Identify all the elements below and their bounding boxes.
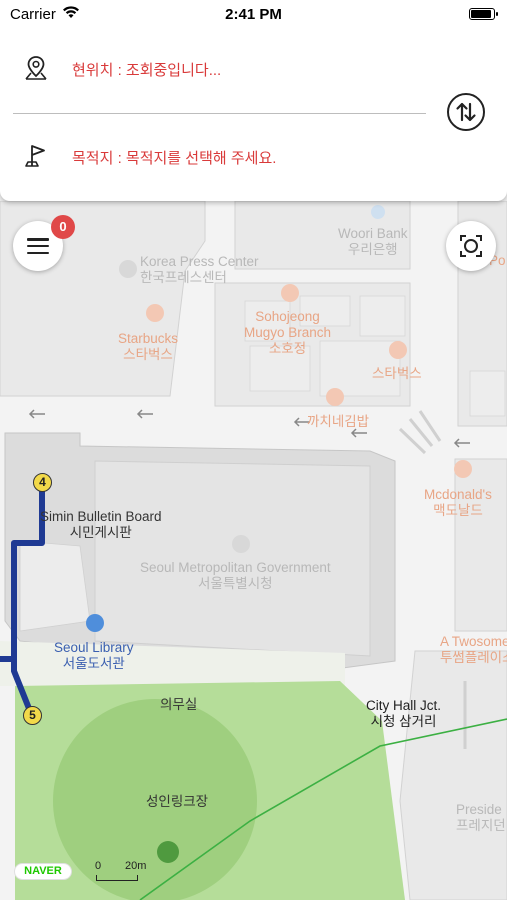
app-screen: Carrier 2:41 PM 현위치 : 조회중입니다... 목적지: 목적… xyxy=(0,0,507,900)
map-label-seoul-library[interactable]: Seoul Library 서울도서관 xyxy=(54,640,134,672)
map-label-text: Seoul Library xyxy=(54,640,134,655)
clock: 2:41 PM xyxy=(225,6,282,23)
scale-zero-label: 0 xyxy=(95,860,102,872)
map-label-text: 서울도서관 xyxy=(62,656,125,671)
locate-target-icon xyxy=(460,235,482,257)
naver-logo: NAVER xyxy=(14,863,72,880)
map-label-korea-press-center[interactable]: Korea Press Center 한국프레스센터 xyxy=(140,254,259,286)
map-label-text: 성인링크장 xyxy=(146,794,209,809)
flag-icon xyxy=(25,145,45,167)
map-label-text: City Hall Jct. xyxy=(366,698,442,713)
map-label-text: 우리은행 xyxy=(347,242,398,257)
notification-badge: 0 xyxy=(51,215,75,239)
battery-icon xyxy=(469,8,498,20)
map-label-text: Mugyo Branch xyxy=(244,325,332,340)
panel-divider xyxy=(13,113,426,114)
map-label-text: Starbucks xyxy=(118,331,179,346)
exit-marker-5[interactable]: 5 xyxy=(23,706,42,725)
exit-number: 5 xyxy=(29,708,36,722)
map-label-text: Sohojeong xyxy=(255,309,320,324)
map-label-twosome[interactable]: A Twosome Place 투썸플레이스 xyxy=(440,634,507,666)
current-location-text: 현위치 : 조회중입니다... xyxy=(72,62,222,79)
map-label-text: 까치네김밥 xyxy=(307,414,370,429)
map-label-text: 맥도날드 xyxy=(433,503,483,518)
map-scale-bar: 0 20m xyxy=(95,860,155,882)
map-label-simin-bulletin-board[interactable]: Simin Bulletin Board 시민게시판 xyxy=(40,509,162,541)
map-label-text: Simin Bulletin Board xyxy=(40,509,162,524)
map-label-text: 서울특별시청 xyxy=(198,576,273,591)
map-label-medical-room[interactable]: 의무실 xyxy=(160,697,197,713)
map-label-kimbap[interactable]: 까치네김밥 xyxy=(307,414,369,430)
scale-label: 20m xyxy=(125,860,147,872)
map-label-text: 의무실 xyxy=(160,697,198,712)
route-panel: 현위치 : 조회중입니다... 목적지 : 목적지를 선택해 주세요. xyxy=(0,28,507,201)
map-view[interactable]: Woori Bank 우리은행 Korea Press Center 한국프레스… xyxy=(0,201,507,900)
map-label-city-hall-junction[interactable]: City Hall Jct. 시청 삼거리 xyxy=(366,698,441,730)
swap-route-button[interactable] xyxy=(447,93,485,131)
map-label-sohojeong[interactable]: Sohojeong Mugyo Branch 소호정 xyxy=(244,309,331,357)
map-label-seoul-city-hall[interactable]: Seoul Metropolitan Government 서울특별시청 xyxy=(140,560,331,592)
map-label-text: 소호정 xyxy=(268,341,307,356)
current-location-button[interactable] xyxy=(446,221,496,271)
exit-number: 4 xyxy=(39,475,46,489)
map-label-text: Woori Bank xyxy=(338,226,408,241)
scale-line xyxy=(96,875,138,881)
location-pin-icon xyxy=(25,56,47,80)
destination-row[interactable]: 목적지 : 목적지를 선택해 주세요. xyxy=(0,136,430,176)
map-label-text: A Twosome Place xyxy=(440,634,507,649)
destination-text: 목적지 : 목적지를 선택해 주세요. xyxy=(72,150,277,167)
map-label-starbucks[interactable]: Starbucks 스타벅스 xyxy=(118,331,178,363)
map-label-text: Mcdonald's xyxy=(424,487,492,502)
map-label-text: Seoul Metropolitan Government xyxy=(140,560,331,575)
map-label-text: 투썸플레이스 xyxy=(440,650,507,665)
map-label-text: 스타벅스 xyxy=(123,347,173,362)
map-label-text: Korea Press Center xyxy=(140,254,259,269)
map-label-woori-bank[interactable]: Woori Bank 우리은행 xyxy=(338,226,408,258)
map-label-president-hotel[interactable]: Preside 프레지던 xyxy=(456,802,507,834)
exit-marker-4[interactable]: 4 xyxy=(33,473,52,492)
status-bar: Carrier 2:41 PM xyxy=(0,0,507,28)
map-label-text: 프레지던 xyxy=(456,818,506,833)
map-label-text: 시민게시판 xyxy=(69,525,132,540)
map-label-text: Preside xyxy=(456,802,502,817)
map-label-skating-rink[interactable]: 성인링크장 xyxy=(146,794,208,810)
map-label-text: 스타벅스 xyxy=(372,366,422,381)
hamburger-icon xyxy=(27,238,49,255)
map-canvas xyxy=(0,201,507,900)
current-location-row[interactable]: 현위치 : 조회중입니다... xyxy=(0,48,430,88)
map-label-starbucks-2[interactable]: 스타벅스 xyxy=(372,366,422,382)
map-label-mcdonalds[interactable]: Mcdonald's 맥도날드 xyxy=(424,487,492,519)
map-label-text: 한국프레스센터 xyxy=(140,270,227,285)
swap-arrows-icon xyxy=(456,102,476,122)
map-label-text: 시청 삼거리 xyxy=(370,714,437,729)
